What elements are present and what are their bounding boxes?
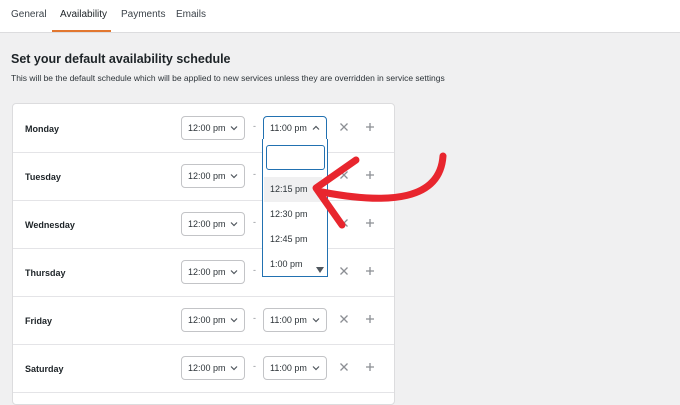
close-icon[interactable]: [339, 170, 349, 180]
schedule-row-monday: Monday 12:00 pm - 11:00 pm: [13, 104, 394, 153]
day-label: Thursday: [25, 268, 66, 278]
close-icon[interactable]: [339, 314, 349, 324]
start-time-value: 12:00 pm: [188, 171, 226, 181]
dropdown-option[interactable]: 1:00 pm: [264, 252, 322, 277]
start-time-value: 12:00 pm: [188, 123, 226, 133]
plus-icon[interactable]: [365, 314, 375, 324]
chevron-down-icon: [230, 318, 238, 323]
time-separator: -: [253, 121, 256, 131]
chevron-down-icon: [230, 174, 238, 179]
time-separator: -: [253, 169, 256, 179]
page-title: Set your default availability schedule: [11, 52, 231, 66]
dropdown-search-input[interactable]: [266, 145, 325, 170]
page-description: This will be the default schedule which …: [11, 73, 445, 83]
start-time-select[interactable]: 12:00 pm: [181, 260, 245, 284]
end-time-select[interactable]: 11:00 pm: [263, 356, 327, 380]
plus-icon[interactable]: [365, 122, 375, 132]
day-label: Tuesday: [25, 172, 61, 182]
start-time-value: 12:00 pm: [188, 267, 226, 277]
tab-general[interactable]: General: [11, 9, 47, 20]
schedule-row-thursday: Thursday 12:00 pm -: [13, 248, 394, 297]
start-time-value: 12:00 pm: [188, 315, 226, 325]
active-tab-indicator: [52, 30, 111, 32]
plus-icon[interactable]: [365, 218, 375, 228]
day-label: Saturday: [25, 364, 64, 374]
time-separator: -: [253, 265, 256, 275]
day-label: Friday: [25, 316, 53, 326]
plus-icon[interactable]: [365, 170, 375, 180]
end-time-value: 11:00 pm: [270, 363, 307, 373]
chevron-down-icon: [230, 270, 238, 275]
start-time-select[interactable]: 12:00 pm: [181, 164, 245, 188]
end-time-dropdown-list: 12:15 pm 12:30 pm 12:45 pm 1:00 pm: [262, 139, 328, 277]
schedule-row-wednesday: Wednesday 12:00 pm -: [13, 200, 394, 249]
plus-icon[interactable]: [365, 362, 375, 372]
schedule-row-tuesday: Tuesday 12:00 pm -: [13, 152, 394, 201]
tab-payments[interactable]: Payments: [121, 9, 165, 20]
settings-tab-bar: General Availability Payments Emails: [0, 0, 680, 33]
start-time-value: 12:00 pm: [188, 363, 226, 373]
close-icon[interactable]: [339, 218, 349, 228]
start-time-select[interactable]: 12:00 pm: [181, 212, 245, 236]
schedule-row-saturday: Saturday 12:00 pm - 11:00 pm: [13, 344, 394, 393]
scroll-down-icon[interactable]: [316, 267, 324, 273]
time-separator: -: [253, 313, 256, 323]
close-icon[interactable]: [339, 122, 349, 132]
tab-availability[interactable]: Availability: [60, 9, 107, 20]
time-separator: -: [253, 361, 256, 371]
close-icon[interactable]: [339, 266, 349, 276]
day-label: Wednesday: [25, 220, 75, 230]
end-time-value: 11:00 pm: [270, 315, 307, 325]
chevron-up-icon: [312, 125, 320, 130]
time-separator: -: [253, 217, 256, 227]
dropdown-option[interactable]: 12:15 pm: [264, 177, 322, 202]
start-time-select[interactable]: 12:00 pm: [181, 356, 245, 380]
plus-icon[interactable]: [365, 266, 375, 276]
dropdown-option[interactable]: 12:30 pm: [264, 202, 322, 227]
start-time-select[interactable]: 12:00 pm: [181, 308, 245, 332]
end-time-value: 11:00 pm: [270, 123, 307, 133]
chevron-down-icon: [312, 318, 320, 323]
chevron-down-icon: [230, 126, 238, 131]
start-time-value: 12:00 pm: [188, 219, 226, 229]
end-time-select[interactable]: 11:00 pm: [263, 116, 327, 140]
start-time-select[interactable]: 12:00 pm: [181, 116, 245, 140]
close-icon[interactable]: [339, 362, 349, 372]
end-time-select[interactable]: 11:00 pm: [263, 308, 327, 332]
chevron-down-icon: [230, 366, 238, 371]
chevron-down-icon: [230, 222, 238, 227]
tab-emails[interactable]: Emails: [176, 9, 206, 20]
schedule-row-friday: Friday 12:00 pm - 11:00 pm: [13, 296, 394, 345]
day-label: Monday: [25, 124, 60, 134]
schedule-card: Monday 12:00 pm - 11:00 pm Tuesday 12:00…: [12, 103, 395, 405]
chevron-down-icon: [312, 366, 320, 371]
dropdown-option[interactable]: 12:45 pm: [264, 227, 322, 252]
